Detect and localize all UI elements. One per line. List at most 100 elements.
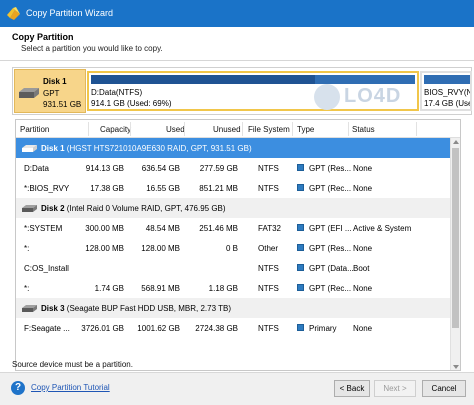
cell-fs: NTFS — [258, 264, 279, 273]
partition-table: Partition Capacity Used Unused File Syst… — [15, 119, 461, 371]
page-subtitle: Select a partition you would like to cop… — [21, 44, 163, 53]
partition-row[interactable]: *:BIOS_RVY 17.38 GB 16.55 GB 851.21 MB NTFS G… — [16, 178, 452, 198]
disk-map-disk-1[interactable]: Disk 1 GPT 931.51 GB — [14, 69, 86, 113]
disk-row-label: Disk 3 (Seagate BUP Fast HDD USB, MBR, 2… — [41, 304, 231, 313]
cell-fs: Other — [258, 244, 279, 253]
cell-partition: F:Seagate ... — [24, 324, 70, 333]
partition-row[interactable]: F:Seagate ... 3726.01 GB 1001.62 GB 2724.38… — [16, 318, 452, 338]
disk-row[interactable]: Disk 1 (HGST HTS721010A9E630 RAID, GPT, … — [16, 138, 452, 158]
partition-type-icon — [297, 264, 304, 271]
disk-row-details: (Intel Raid 0 Volume RAID, GPT, 476.95 G… — [64, 204, 226, 213]
hard-disk-icon — [19, 88, 39, 98]
cell-type: GPT (Res... — [309, 244, 352, 253]
column-header-capacity[interactable]: Capacity — [100, 125, 131, 134]
window-title: Copy Partition Wizard — [26, 8, 114, 18]
cell-type: Primary — [309, 324, 337, 333]
column-header-unused[interactable]: Unused — [213, 125, 241, 134]
partition-row[interactable]: *:SYSTEM 300.00 MB 48.54 MB 251.46 MB FAT32 G… — [16, 218, 452, 238]
watermark-icon — [314, 84, 340, 110]
partition-row[interactable]: C:OS_Install???NTFSGPT (Data...Boot — [16, 258, 452, 278]
cell-status: Boot — [353, 264, 370, 273]
scroll-down-arrow-icon[interactable] — [453, 365, 459, 369]
disk-size: 931.51 GB — [43, 100, 82, 109]
column-divider[interactable] — [348, 122, 349, 136]
status-note: Source device must be a partition. — [12, 360, 133, 369]
partition-type-icon — [297, 164, 304, 171]
cell-capacity: 1.74 GB — [94, 284, 124, 293]
cell-type: GPT (EFI ... — [309, 224, 352, 233]
cell-used: 636.54 GB — [141, 164, 180, 173]
scrollbar-thumb[interactable] — [452, 148, 459, 328]
partition-row[interactable]: D:Data 914.13 GB 636.54 GB 277.59 GB NTFS GPT… — [16, 158, 452, 178]
column-divider[interactable] — [88, 122, 89, 136]
cell-fs: NTFS — [258, 184, 279, 193]
disk-row[interactable]: Disk 2 (Intel Raid 0 Volume RAID, GPT, 4… — [16, 198, 452, 218]
disk-row[interactable]: Disk 3 (Seagate BUP Fast HDD USB, MBR, 2… — [16, 298, 452, 318]
column-divider[interactable] — [184, 122, 185, 136]
cell-partition: *: — [24, 244, 30, 253]
cell-partition: D:Data — [24, 164, 49, 173]
cell-partition: *:SYSTEM — [24, 224, 63, 233]
page-title: Copy Partition — [12, 32, 74, 42]
cell-capacity: 300.00 MB — [85, 224, 124, 233]
cancel-button[interactable]: Cancel — [422, 380, 466, 397]
column-divider[interactable] — [292, 122, 293, 136]
tutorial-link[interactable]: Copy Partition Tutorial — [31, 383, 110, 392]
disk-row-details: (Seagate BUP Fast HDD USB, MBR, 2.73 TB) — [64, 304, 232, 313]
partition-type-icon — [297, 224, 304, 231]
disk-row-details: (HGST HTS721010A9E630 RAID, GPT, 931.51 … — [64, 144, 252, 153]
disk-row-name: Disk 2 — [41, 204, 65, 213]
back-button[interactable]: < Back — [334, 380, 370, 397]
hard-disk-icon — [22, 305, 37, 312]
column-divider[interactable] — [242, 122, 243, 136]
cell-used: 128.00 MB — [141, 244, 180, 253]
cell-partition: *: — [24, 284, 30, 293]
title-bar: Copy Partition Wizard — [0, 0, 474, 27]
cell-fs: FAT32 — [258, 224, 281, 233]
partition-info: 914.1 GB (Used: 69%) — [91, 99, 172, 108]
cell-status: None — [353, 324, 373, 333]
column-header-type[interactable]: Type — [297, 125, 314, 134]
column-divider[interactable] — [130, 122, 131, 136]
disk-name: Disk 1 — [43, 77, 67, 86]
cell-type: GPT (Rec... — [309, 284, 352, 293]
hard-disk-icon — [22, 145, 37, 152]
partition-row[interactable]: *: 128.00 MB 128.00 MB 0 B Other GPT (Res... N… — [16, 238, 452, 258]
column-header-file-system[interactable]: File System — [248, 125, 290, 134]
cell-fs: NTFS — [258, 324, 279, 333]
cell-fs: NTFS — [258, 164, 279, 173]
column-header-partition[interactable]: Partition — [20, 125, 49, 134]
cell-type: GPT (Rec... — [309, 184, 352, 193]
partition-type-icon — [297, 284, 304, 291]
vertical-scrollbar[interactable] — [450, 138, 460, 370]
cell-partition: *:BIOS_RVY — [24, 184, 70, 193]
table-header: Partition Capacity Used Unused File Syst… — [16, 120, 460, 138]
scroll-up-arrow-icon[interactable] — [453, 140, 459, 144]
watermark-logo: LO4D — [314, 82, 432, 112]
cell-status: None — [353, 284, 373, 293]
wizard-footer: ? Copy Partition Tutorial < Back Next > … — [0, 372, 474, 405]
cell-unused: 1.18 GB — [208, 284, 238, 293]
cell-unused: 277.59 GB — [199, 164, 238, 173]
cell-capacity: 3726.01 GB — [81, 324, 124, 333]
column-divider[interactable] — [416, 122, 417, 136]
partition-type-icon — [297, 324, 304, 331]
cell-unused: 2724.38 GB — [195, 324, 238, 333]
app-icon — [7, 7, 20, 20]
partition-row[interactable]: *: 1.74 GB 568.91 MB 1.18 GB NTFS GPT (Rec...… — [16, 278, 452, 298]
cell-used: 48.54 MB — [145, 224, 180, 233]
cell-unused: 851.21 MB — [199, 184, 238, 193]
cell-status: None — [353, 244, 373, 253]
disk-type: GPT — [43, 89, 60, 98]
cell-capacity: 128.00 MB — [85, 244, 124, 253]
column-header-used[interactable]: Used — [166, 125, 185, 134]
hard-disk-icon — [22, 205, 37, 212]
help-icon[interactable]: ? — [11, 381, 25, 395]
cell-type: GPT (Res... — [309, 164, 352, 173]
disk-row-name: Disk 1 — [41, 144, 65, 153]
next-button[interactable]: Next > — [374, 380, 416, 397]
partition-type-icon — [297, 244, 304, 251]
cell-status: Active & System — [353, 224, 412, 233]
column-header-status[interactable]: Status — [352, 125, 375, 134]
cell-status: None — [353, 164, 373, 173]
